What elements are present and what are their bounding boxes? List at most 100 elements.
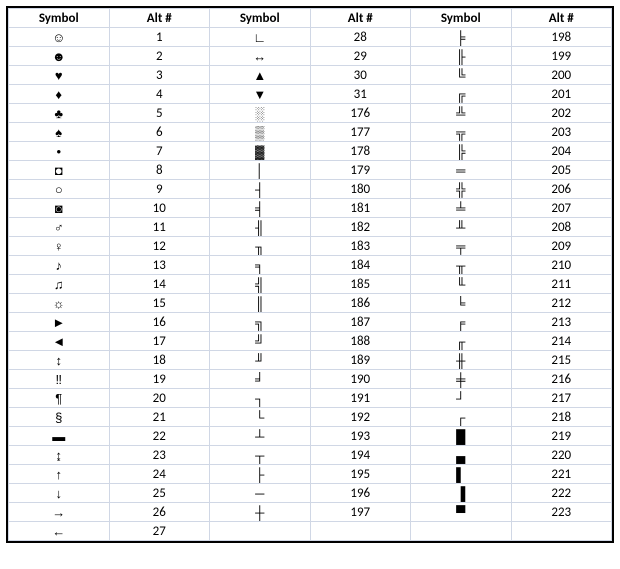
alt-code-cell: 191	[310, 389, 411, 408]
table-row: ♪13╕184╥210	[9, 256, 612, 275]
alt-code-cell: 211	[511, 275, 612, 294]
symbol-cell: ╜	[210, 351, 311, 370]
symbol-cell: ○	[9, 180, 110, 199]
table-row: ◙10╡181╧207	[9, 199, 612, 218]
alt-code-table: Symbol Alt # Symbol Alt # Symbol Alt # ☺…	[8, 8, 612, 541]
alt-code-cell: 188	[310, 332, 411, 351]
symbol-cell	[411, 522, 512, 541]
table-row: ♂11╢182╨208	[9, 218, 612, 237]
alt-code-cell: 28	[310, 28, 411, 47]
alt-code-cell: 198	[511, 28, 612, 47]
symbol-cell: ♪	[9, 256, 110, 275]
alt-code-cell: 212	[511, 294, 612, 313]
table-row: ◄17╝188╓214	[9, 332, 612, 351]
alt-code-cell: 17	[109, 332, 210, 351]
alt-code-cell: 205	[511, 161, 612, 180]
alt-code-cell: 12	[109, 237, 210, 256]
alt-code-cell: 219	[511, 427, 612, 446]
symbol-cell: ◘	[9, 161, 110, 180]
alt-code-cell: 193	[310, 427, 411, 446]
symbol-cell: │	[210, 161, 311, 180]
table-row: •7▓178╠204	[9, 142, 612, 161]
symbol-cell: ▄	[411, 446, 512, 465]
symbol-cell: ┼	[210, 503, 311, 522]
symbol-cell: ◄	[9, 332, 110, 351]
table-row: ◘8│179═205	[9, 161, 612, 180]
alt-code-cell: 208	[511, 218, 612, 237]
symbol-cell: ║	[210, 294, 311, 313]
alt-code-cell: 203	[511, 123, 612, 142]
symbol-cell: ♦	[9, 85, 110, 104]
table-row: ♣5░176╩202	[9, 104, 612, 123]
table-row: ♦4▼31╔201	[9, 85, 612, 104]
alt-code-cell: 5	[109, 104, 210, 123]
symbol-cell: ☺	[9, 28, 110, 47]
symbol-cell: ←	[9, 522, 110, 541]
alt-code-cell: 2	[109, 47, 210, 66]
alt-code-cell: 195	[310, 465, 411, 484]
symbol-cell: ┌	[411, 408, 512, 427]
table-row: ♠6▒177╦203	[9, 123, 612, 142]
symbol-cell: ╓	[411, 332, 512, 351]
symbol-cell: ↓	[9, 484, 110, 503]
alt-code-cell: 207	[511, 199, 612, 218]
alt-code-cell: 222	[511, 484, 612, 503]
alt-code-cell: 21	[109, 408, 210, 427]
symbol-cell: ‼	[9, 370, 110, 389]
symbol-cell: ╟	[411, 47, 512, 66]
alt-code-cell: 26	[109, 503, 210, 522]
symbol-cell: ∟	[210, 28, 311, 47]
symbol-cell: •	[9, 142, 110, 161]
alt-code-cell: 182	[310, 218, 411, 237]
table-row: ☼15║186╘212	[9, 294, 612, 313]
table-body: ☺1∟28╞198☻2↔29╟199♥3▲30╚200♦4▼31╔201♣5░1…	[9, 28, 612, 541]
alt-code-cell: 221	[511, 465, 612, 484]
alt-code-cell: 196	[310, 484, 411, 503]
symbol-cell: ▐	[411, 484, 512, 503]
symbol-cell: ┤	[210, 180, 311, 199]
alt-code-cell: 11	[109, 218, 210, 237]
alt-code-cell: 213	[511, 313, 612, 332]
alt-code-cell: 179	[310, 161, 411, 180]
alt-code-cell: 223	[511, 503, 612, 522]
col-header-alt-3: Alt #	[511, 9, 612, 28]
symbol-cell: ↔	[210, 47, 311, 66]
symbol-cell: ╞	[411, 28, 512, 47]
symbol-cell: ╤	[411, 237, 512, 256]
alt-code-cell: 4	[109, 85, 210, 104]
symbol-cell: ╬	[411, 180, 512, 199]
symbol-cell: ╚	[411, 66, 512, 85]
alt-code-cell: 20	[109, 389, 210, 408]
symbol-cell: ┴	[210, 427, 311, 446]
symbol-cell: ▀	[411, 503, 512, 522]
table-row: ♀12╖183╤209	[9, 237, 612, 256]
table-row: ♥3▲30╚200	[9, 66, 612, 85]
symbol-cell: ╔	[411, 85, 512, 104]
symbol-cell: ─	[210, 484, 311, 503]
alt-code-cell: 200	[511, 66, 612, 85]
alt-code-cell: 23	[109, 446, 210, 465]
alt-code-cell: 210	[511, 256, 612, 275]
header-row: Symbol Alt # Symbol Alt # Symbol Alt #	[9, 9, 612, 28]
symbol-cell: §	[9, 408, 110, 427]
symbol-cell: ♣	[9, 104, 110, 123]
table-row: ►16╗187╒213	[9, 313, 612, 332]
table-row: ○9┤180╬206	[9, 180, 612, 199]
symbol-cell: ╖	[210, 237, 311, 256]
table-row: ▬22┴193█219	[9, 427, 612, 446]
symbol-cell: ╒	[411, 313, 512, 332]
symbol-cell: ▼	[210, 85, 311, 104]
alt-code-cell: 24	[109, 465, 210, 484]
symbol-cell: ╠	[411, 142, 512, 161]
alt-code-cell: 18	[109, 351, 210, 370]
alt-code-cell: 199	[511, 47, 612, 66]
symbol-cell: ╙	[411, 275, 512, 294]
alt-code-cell: 187	[310, 313, 411, 332]
col-header-alt-2: Alt #	[310, 9, 411, 28]
alt-code-cell: 214	[511, 332, 612, 351]
alt-code-cell: 217	[511, 389, 612, 408]
alt-code-cell: 8	[109, 161, 210, 180]
table-row: ¶20┐191┘217	[9, 389, 612, 408]
table-row: →26┼197▀223	[9, 503, 612, 522]
alt-code-cell: 185	[310, 275, 411, 294]
